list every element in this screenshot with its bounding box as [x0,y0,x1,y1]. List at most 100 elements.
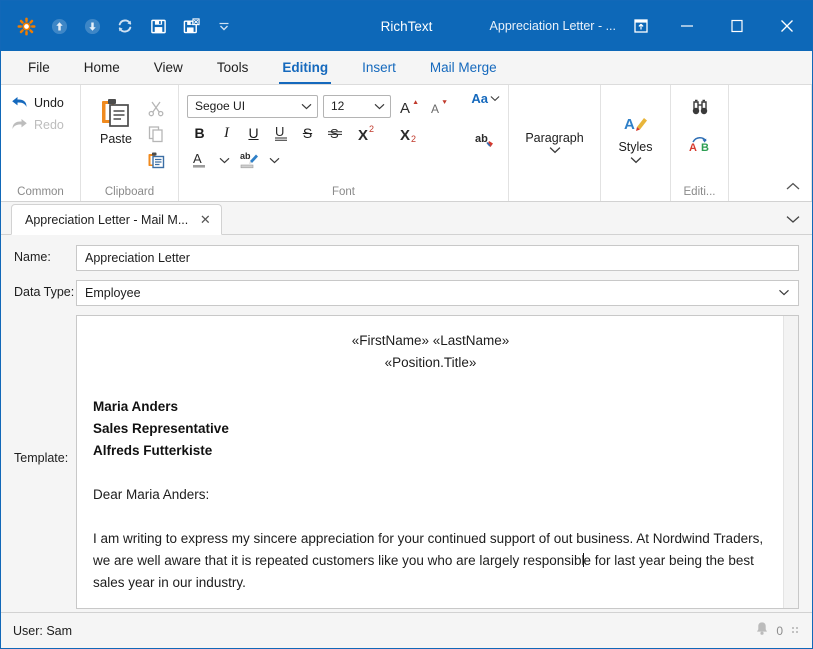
superscript-button[interactable]: X 2 [349,121,389,146]
status-right-group: 0 [755,621,804,641]
svg-text:X: X [358,127,368,143]
document-title: Appreciation Letter - ... [490,19,616,33]
copy-icon [147,125,165,143]
scissors-icon [147,99,165,117]
italic-button[interactable]: I [214,121,239,146]
chevron-down-icon[interactable] [778,288,790,299]
ribbon-group-font: Segoe UI 12 A [179,85,509,201]
save-icon[interactable] [147,15,169,37]
subscript-button[interactable]: X 2 [391,121,431,146]
ribbon-tab-view[interactable]: View [137,51,200,84]
close-icon[interactable]: ✕ [198,212,212,228]
replace-icon: A B [688,133,712,153]
text-highlight-button[interactable]: ab [237,148,262,173]
svg-text:A: A [193,151,202,166]
address-line-2: Sales Representative [93,418,768,440]
resize-grip[interactable] [790,624,804,638]
clear-formatting-button[interactable]: ab [474,130,498,155]
text-highlight-dropdown[interactable] [262,148,287,173]
svg-text:A: A [624,116,635,133]
ribbon-tab-insert[interactable]: Insert [345,51,413,84]
ribbon-tab-editing[interactable]: Editing [265,51,345,84]
grow-font-button[interactable]: A [396,94,421,119]
merge-field-line-1: «FirstName» «LastName» [93,330,768,352]
ribbon-group-common: Undo Redo Common [1,85,81,201]
svg-text:2: 2 [369,124,374,134]
paste-button[interactable]: Paste [87,92,145,146]
chevron-down-icon [301,103,312,110]
name-input[interactable]: Appreciation Letter [76,245,799,271]
replace-button[interactable]: A B [688,133,712,158]
chevron-down-icon [374,103,385,110]
svg-text:2: 2 [411,134,416,143]
form-content: Name: Appreciation Letter Data Type: Emp… [1,235,812,612]
font-color-dropdown[interactable] [212,148,237,173]
find-button[interactable] [689,98,711,121]
chevron-down-icon [269,157,280,164]
save-as-icon[interactable] [180,15,202,37]
font-row-1: Segoe UI 12 A [187,92,451,120]
chevron-down-icon [630,156,642,164]
refresh-icon[interactable] [114,15,136,37]
status-user-label: User: Sam [13,624,72,638]
undo-button[interactable]: Undo [7,95,64,110]
bold-button[interactable]: B [187,121,212,146]
document-tab-label: Appreciation Letter - Mail M... [25,213,188,227]
highlight-icon: ab [239,150,261,170]
double-underline-icon: U [272,124,290,142]
editor-page: «FirstName» «LastName» «Position.Title» … [77,316,798,594]
editor-scrollbar[interactable] [783,316,798,608]
quick-access-more-icon[interactable] [213,15,235,37]
ribbon-tab-tools[interactable]: Tools [200,51,266,84]
maximize-button[interactable] [712,1,762,51]
change-case-button[interactable]: Aa [471,91,500,106]
copy-button[interactable] [145,123,167,144]
cut-button[interactable] [145,97,167,118]
redo-button[interactable]: Redo [7,117,64,132]
data-type-label: Data Type: [14,280,76,299]
font-color-button[interactable]: A [187,148,212,173]
shrink-font-icon: A [429,97,449,116]
document-tab[interactable]: Appreciation Letter - Mail M... ✕ [11,204,222,235]
redo-icon [11,117,28,132]
chevron-down-icon [490,95,500,102]
data-type-value: Employee [85,286,778,300]
font-name-combobox[interactable]: Segoe UI [187,95,318,118]
collapse-ribbon-button[interactable] [784,177,802,195]
font-row-2: B I U U S S [187,120,431,146]
name-label: Name: [14,245,76,264]
paragraph-dropdown[interactable]: Paragraph [515,131,594,154]
ribbon-tab-mail-merge[interactable]: Mail Merge [413,51,514,84]
close-button[interactable] [762,1,812,51]
download-icon[interactable] [81,15,103,37]
ribbon-tab-home[interactable]: Home [67,51,137,84]
shrink-font-button[interactable]: A [426,94,451,119]
styles-dropdown[interactable]: A Styles [607,114,664,164]
font-size-combobox[interactable]: 12 [323,95,391,118]
ribbon-group-editing: A B Editi... [671,85,729,201]
double-underline-button[interactable]: U [268,121,293,146]
template-editor[interactable]: «FirstName» «LastName» «Position.Title» … [76,315,799,609]
settings-gear-icon[interactable] [15,15,37,37]
paste-special-button[interactable] [145,149,167,170]
tab-list-dropdown[interactable] [786,211,800,229]
salutation-line: Dear Maria Anders: [93,484,768,506]
underline-button[interactable]: U [241,121,266,146]
minimize-button[interactable] [662,1,712,51]
ribbon-tab-file[interactable]: File [11,51,67,84]
status-bar: User: Sam 0 [1,612,812,648]
change-case-label: Aa [471,91,488,106]
upload-icon[interactable] [48,15,70,37]
template-label: Template: [14,315,76,465]
restore-document-icon[interactable] [630,15,652,37]
strikethrough-button[interactable]: S [295,121,320,146]
double-strikethrough-button[interactable]: S [322,121,347,146]
chevron-down-icon [219,157,230,164]
svg-text:X: X [400,127,410,143]
window-controls [662,1,812,51]
ribbon: Undo Redo Common [1,85,812,202]
address-line-3: Alfreds Futterkiste [93,440,768,462]
data-type-select[interactable]: Employee [76,280,799,306]
notification-bell-icon[interactable] [755,621,769,641]
superscript-icon: X 2 [357,124,381,143]
